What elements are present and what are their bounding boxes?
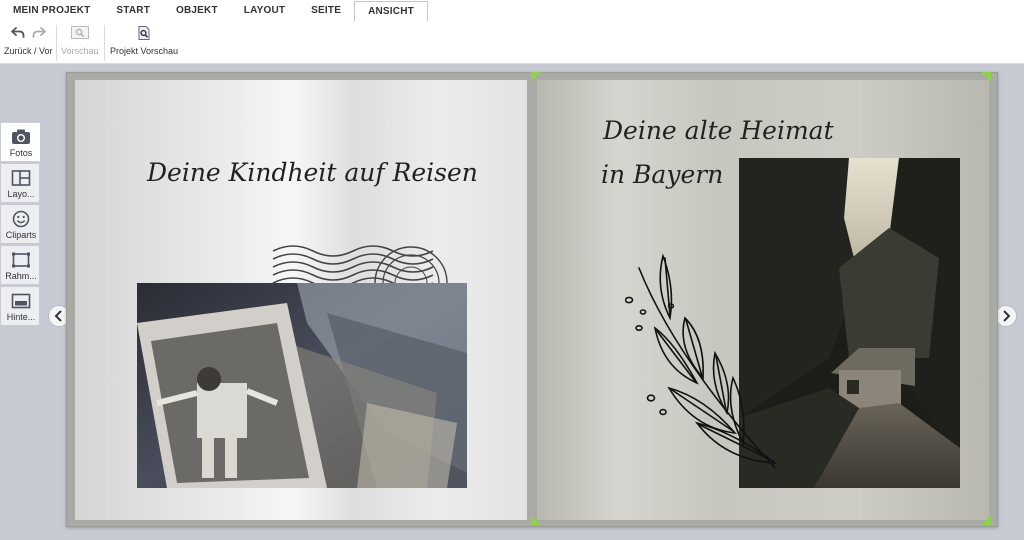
sidebar-item-label: Rahm...	[5, 271, 37, 281]
sidebar-item-label: Cliparts	[5, 230, 37, 240]
page-corner-marker	[531, 72, 541, 82]
sidebar-item-layouts[interactable]: Layo...	[0, 163, 40, 203]
project-preview-icon	[138, 26, 150, 45]
right-page-title-line2[interactable]: in Bayern	[601, 160, 723, 189]
toolbar-separator	[104, 25, 105, 61]
undo-redo-label: Zurück / Vor	[4, 46, 53, 56]
left-page[interactable]: Deine Kindheit auf Reisen	[75, 80, 527, 520]
project-preview-label: Projekt Vorschau	[110, 46, 179, 56]
toolbar-separator	[56, 25, 57, 61]
page-corner-marker	[981, 72, 991, 82]
tab-mein-projekt[interactable]: MEIN PROJEKT	[0, 1, 103, 21]
sidebar-item-hintergruende[interactable]: Hinte...	[0, 286, 40, 326]
next-page-button[interactable]	[995, 305, 1017, 327]
redo-icon[interactable]	[32, 26, 46, 44]
left-page-title[interactable]: Deine Kindheit auf Reisen	[147, 158, 478, 187]
ribbon-tabs: MEIN PROJEKT START OBJEKT LAYOUT SEITE A…	[0, 0, 1024, 22]
undo-icon[interactable]	[11, 26, 25, 44]
page-corner-marker	[531, 515, 541, 525]
sidebar-item-fotos[interactable]: Fotos	[0, 122, 40, 162]
tab-objekt[interactable]: OBJEKT	[163, 1, 231, 21]
preview-button[interactable]: Vorschau	[60, 24, 100, 62]
tab-layout[interactable]: LAYOUT	[231, 1, 298, 21]
preview-label: Vorschau	[61, 46, 99, 56]
tab-start[interactable]: START	[103, 1, 163, 21]
page-corner-marker	[981, 515, 991, 525]
tab-seite[interactable]: SEITE	[298, 1, 354, 21]
leaf-branch-clipart[interactable]	[625, 248, 785, 478]
preview-icon	[71, 26, 89, 44]
sidebar-item-cliparts[interactable]: Cliparts	[0, 204, 40, 244]
sidebar-item-rahmen[interactable]: Rahm...	[0, 245, 40, 285]
tab-ansicht[interactable]: ANSICHT	[354, 1, 428, 22]
side-panel: Fotos Layo... Cliparts Rahm... Hinte...	[0, 122, 41, 327]
sidebar-item-label: Layo...	[7, 189, 35, 199]
sidebar-item-label: Hinte...	[6, 312, 36, 322]
undo-redo-group: Zurück / Vor	[4, 24, 54, 62]
project-preview-button[interactable]: Projekt Vorschau	[110, 24, 180, 62]
sidebar-item-label: Fotos	[9, 148, 33, 158]
ribbon-toolbar: Zurück / Vor Vorschau Projekt Vorschau	[0, 21, 1024, 64]
right-page[interactable]: Deine alte Heimat in Bayern	[537, 80, 989, 520]
right-page-title-line1[interactable]: Deine alte Heimat	[603, 116, 834, 145]
chevron-right-icon	[1003, 310, 1011, 322]
childhood-photo[interactable]	[137, 283, 467, 488]
